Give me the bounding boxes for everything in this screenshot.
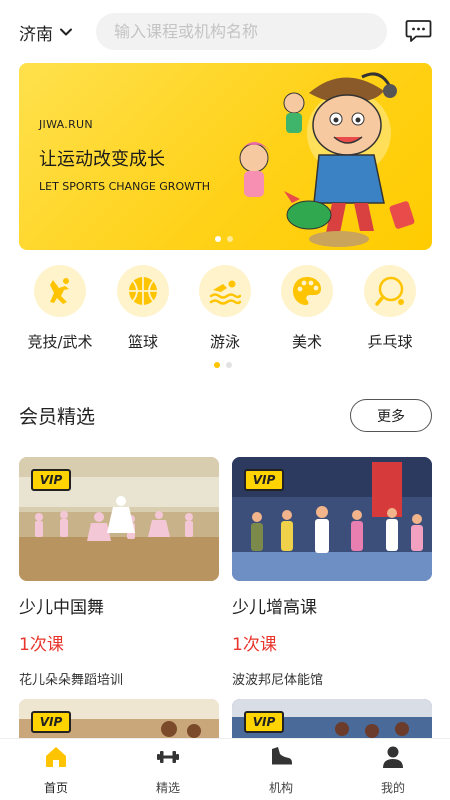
- course-card[interactable]: VIP 少儿增高课 1次课 波波邦尼体能馆: [232, 457, 432, 688]
- banner-cartoon-illustration: [239, 72, 415, 247]
- category-table-tennis[interactable]: 乒乓球: [345, 265, 435, 352]
- banner-dot[interactable]: [227, 236, 233, 242]
- course-lessons: 1次课: [232, 635, 277, 655]
- vip-badge: VIP: [31, 469, 71, 491]
- course-title: 少儿增高课: [232, 598, 317, 618]
- category-label: 乒乓球: [367, 333, 413, 351]
- message-icon[interactable]: [405, 19, 432, 43]
- category-row: 竞技/武术 篮球 游泳 美术 乒乓球: [0, 265, 450, 355]
- category-pagination: [214, 362, 232, 368]
- category-dot-active[interactable]: [214, 362, 220, 368]
- city-label: 济南: [19, 24, 53, 45]
- banner-dot-active[interactable]: [215, 236, 221, 242]
- basketball-icon: [129, 277, 157, 305]
- vip-badge: VIP: [244, 711, 284, 733]
- home-icon: [46, 747, 66, 767]
- banner-slogan-en: LET SPORTS CHANGE GROWTH: [39, 180, 210, 193]
- search-bar[interactable]: [96, 13, 387, 50]
- martial-arts-icon: [50, 278, 69, 304]
- course-lessons: 1次课: [19, 635, 64, 655]
- category-swimming[interactable]: 游泳: [180, 265, 270, 352]
- tab-label: 首页: [43, 781, 68, 795]
- tab-home[interactable]: 首页: [0, 745, 112, 796]
- category-label: 美术: [291, 333, 322, 351]
- tab-label: 我的: [380, 781, 405, 795]
- tab-label: 精选: [155, 781, 180, 795]
- tab-featured[interactable]: 精选: [112, 745, 224, 796]
- user-icon: [383, 746, 403, 768]
- banner-pagination: [215, 236, 233, 242]
- vip-badge: VIP: [31, 711, 71, 733]
- vip-badge: VIP: [244, 469, 284, 491]
- city-selector[interactable]: 济南: [19, 19, 73, 45]
- category-martial-arts[interactable]: 竞技/武术: [15, 265, 105, 352]
- course-organization: 花儿朵朵舞蹈培训: [19, 673, 124, 688]
- category-label: 竞技/武术: [27, 333, 93, 351]
- bottom-tab-bar: 首页 精选 机构 我的: [0, 738, 450, 800]
- category-art[interactable]: 美术: [262, 265, 352, 352]
- top-bar: 济南: [0, 0, 450, 62]
- course-title: 少儿中国舞: [19, 598, 104, 618]
- category-dot[interactable]: [226, 362, 232, 368]
- banner-slogan: 让运动改变成长: [39, 149, 165, 170]
- promo-banner[interactable]: JIWA.RUN 让运动改变成长 LET SPORTS CHANGE GROWT…: [19, 63, 432, 250]
- sneaker-icon: [272, 747, 292, 766]
- chevron-down-icon: [60, 28, 72, 36]
- more-button[interactable]: 更多: [350, 399, 432, 432]
- dumbbell-icon: [157, 751, 179, 763]
- tab-label: 机构: [268, 781, 293, 795]
- swimming-icon: [209, 280, 241, 305]
- search-input[interactable]: [114, 22, 374, 41]
- table-tennis-icon: [375, 276, 404, 306]
- course-card[interactable]: VIP 少儿中国舞 1次课 花儿朵朵舞蹈培训: [19, 457, 219, 688]
- category-basketball[interactable]: 篮球: [98, 265, 188, 352]
- section-title: 会员精选: [19, 406, 96, 428]
- course-thumbnail: VIP: [232, 457, 432, 581]
- banner-site: JIWA.RUN: [39, 118, 93, 131]
- palette-icon: [293, 277, 321, 305]
- tab-institutions[interactable]: 机构: [225, 745, 337, 796]
- category-label: 篮球: [127, 333, 158, 351]
- tab-profile[interactable]: 我的: [337, 745, 449, 796]
- course-thumbnail: VIP: [19, 457, 219, 581]
- course-organization: 波波邦尼体能馆: [232, 673, 324, 688]
- category-label: 游泳: [209, 333, 240, 351]
